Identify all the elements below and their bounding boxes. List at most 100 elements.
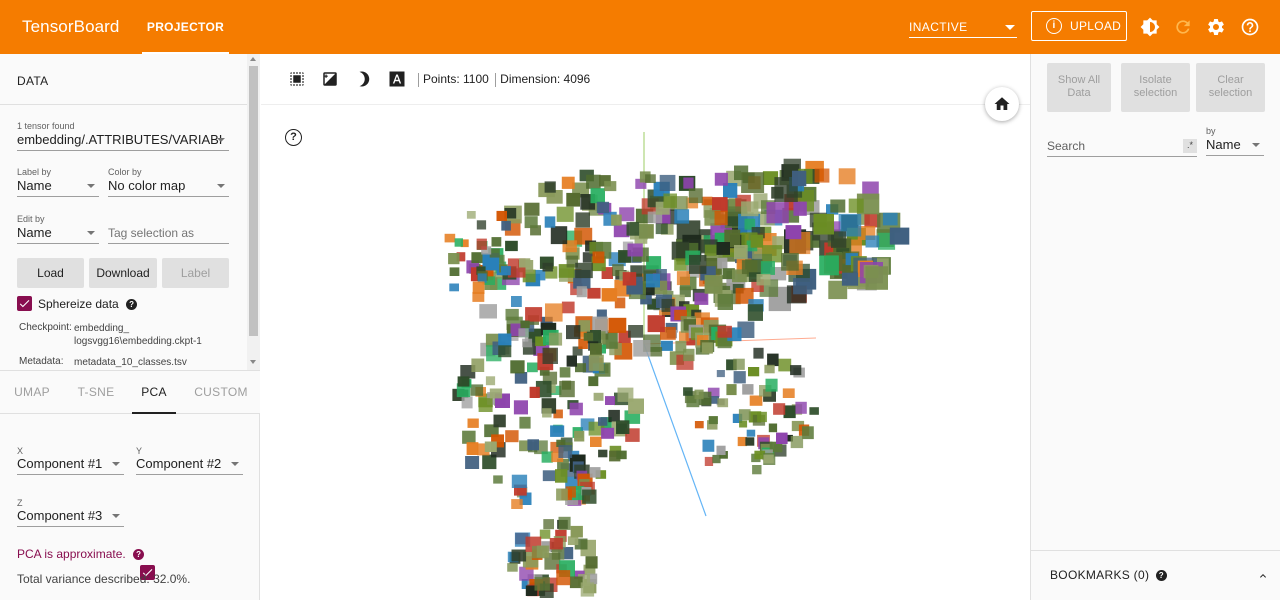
point-thumbnail[interactable] [590, 436, 602, 447]
point-thumbnail[interactable] [694, 421, 704, 429]
point-thumbnail[interactable] [683, 387, 693, 396]
point-thumbnail[interactable] [793, 201, 807, 216]
point-thumbnail[interactable] [633, 340, 651, 357]
run-select[interactable]: INACTIVE [909, 14, 1017, 38]
point-thumbnail[interactable] [605, 396, 615, 405]
point-thumbnail[interactable] [604, 181, 617, 192]
point-thumbnail[interactable] [781, 253, 799, 271]
point-thumbnail[interactable] [569, 402, 583, 416]
point-thumbnail[interactable] [655, 223, 668, 235]
tab-projector[interactable]: PROJECTOR [142, 0, 229, 54]
point-thumbnail[interactable] [659, 174, 676, 191]
download-button[interactable]: Download [89, 258, 157, 288]
point-thumbnail[interactable] [790, 435, 804, 449]
pca-z-select[interactable]: Component #3 [17, 505, 124, 527]
point-thumbnail[interactable] [745, 437, 755, 446]
data-scrollbar[interactable] [247, 54, 260, 370]
point-thumbnail[interactable] [527, 439, 539, 451]
point-thumbnail[interactable] [498, 345, 512, 358]
point-thumbnail[interactable] [716, 242, 731, 255]
point-thumbnail[interactable] [638, 224, 654, 239]
point-thumbnail[interactable] [536, 545, 550, 558]
point-thumbnail[interactable] [489, 248, 500, 258]
point-thumbnail[interactable] [848, 198, 864, 213]
point-thumbnail[interactable] [628, 325, 644, 338]
point-thumbnail[interactable] [598, 449, 608, 458]
point-thumbnail[interactable] [539, 529, 551, 539]
point-thumbnail[interactable] [511, 499, 523, 509]
point-thumbnail[interactable] [889, 227, 910, 245]
point-thumbnail[interactable] [542, 408, 552, 418]
point-thumbnail[interactable] [596, 201, 610, 214]
point-thumbnail[interactable] [663, 193, 677, 208]
point-thumbnail[interactable] [550, 226, 568, 245]
point-thumbnail[interactable] [716, 445, 726, 455]
point-thumbnail[interactable] [694, 292, 709, 305]
point-thumbnail[interactable] [478, 398, 493, 412]
sphereize-checkbox[interactable] [17, 296, 32, 311]
point-thumbnail[interactable] [496, 210, 508, 221]
point-thumbnail[interactable] [558, 445, 573, 458]
point-thumbnail[interactable] [776, 432, 788, 444]
embedding-scatter[interactable] [261, 106, 1030, 600]
point-thumbnail[interactable] [519, 416, 531, 429]
scroll-up-icon[interactable] [250, 57, 256, 61]
point-thumbnail[interactable] [544, 216, 556, 228]
point-thumbnail[interactable] [761, 245, 783, 263]
point-thumbnail[interactable] [544, 181, 556, 193]
point-thumbnail[interactable] [449, 267, 460, 276]
point-thumbnail[interactable] [749, 395, 763, 406]
point-thumbnail[interactable] [628, 398, 644, 414]
point-thumbnail[interactable] [764, 364, 775, 374]
point-thumbnail[interactable] [683, 177, 694, 189]
point-thumbnail[interactable] [511, 474, 528, 488]
settings-icon[interactable] [1206, 17, 1226, 37]
point-thumbnail[interactable] [575, 212, 591, 228]
tab-tsne[interactable]: T-SNE [64, 371, 128, 414]
point-thumbnail[interactable] [768, 423, 778, 433]
point-thumbnail[interactable] [726, 384, 737, 396]
point-thumbnail[interactable] [767, 353, 779, 367]
point-thumbnail[interactable] [783, 405, 796, 419]
point-thumbnail[interactable] [712, 197, 728, 212]
point-thumbnail[interactable] [813, 213, 835, 235]
point-thumbnail[interactable] [741, 172, 765, 193]
point-thumbnail[interactable] [583, 332, 593, 341]
label-button[interactable]: Label [162, 258, 229, 288]
point-thumbnail[interactable] [524, 202, 540, 216]
point-thumbnail[interactable] [471, 358, 485, 373]
point-thumbnail[interactable] [541, 451, 553, 463]
point-thumbnail[interactable] [802, 426, 814, 440]
point-thumbnail[interactable] [701, 342, 713, 354]
point-thumbnail[interactable] [542, 262, 553, 272]
point-thumbnail[interactable] [542, 470, 556, 482]
point-thumbnail[interactable] [493, 414, 506, 428]
point-thumbnail[interactable] [559, 367, 571, 378]
point-thumbnail[interactable] [712, 454, 721, 464]
point-thumbnail[interactable] [561, 301, 575, 314]
point-thumbnail[interactable] [739, 420, 748, 428]
point-thumbnail[interactable] [586, 174, 601, 189]
point-thumbnail[interactable] [548, 332, 563, 346]
point-thumbnail[interactable] [559, 380, 575, 398]
point-thumbnail[interactable] [795, 401, 807, 414]
isolate-selection-button[interactable]: Isolate selection [1121, 63, 1190, 112]
point-thumbnail[interactable] [757, 411, 767, 423]
point-thumbnail[interactable] [556, 570, 571, 586]
point-thumbnail[interactable] [830, 199, 846, 213]
point-thumbnail[interactable] [574, 430, 585, 442]
point-thumbnail[interactable] [760, 261, 775, 275]
help-icon[interactable]: ? [133, 549, 145, 561]
point-thumbnail[interactable] [511, 296, 522, 307]
point-thumbnail[interactable] [588, 354, 604, 371]
point-thumbnail[interactable] [461, 396, 473, 409]
point-thumbnail[interactable] [717, 257, 728, 269]
point-thumbnail[interactable] [467, 418, 479, 428]
point-thumbnail[interactable] [716, 370, 725, 378]
help-icon[interactable] [1240, 17, 1260, 37]
point-thumbnail[interactable] [529, 386, 540, 398]
point-thumbnail[interactable] [841, 272, 859, 286]
point-thumbnail[interactable] [575, 262, 593, 279]
point-thumbnail[interactable] [466, 211, 476, 219]
point-thumbnail[interactable] [746, 429, 756, 437]
